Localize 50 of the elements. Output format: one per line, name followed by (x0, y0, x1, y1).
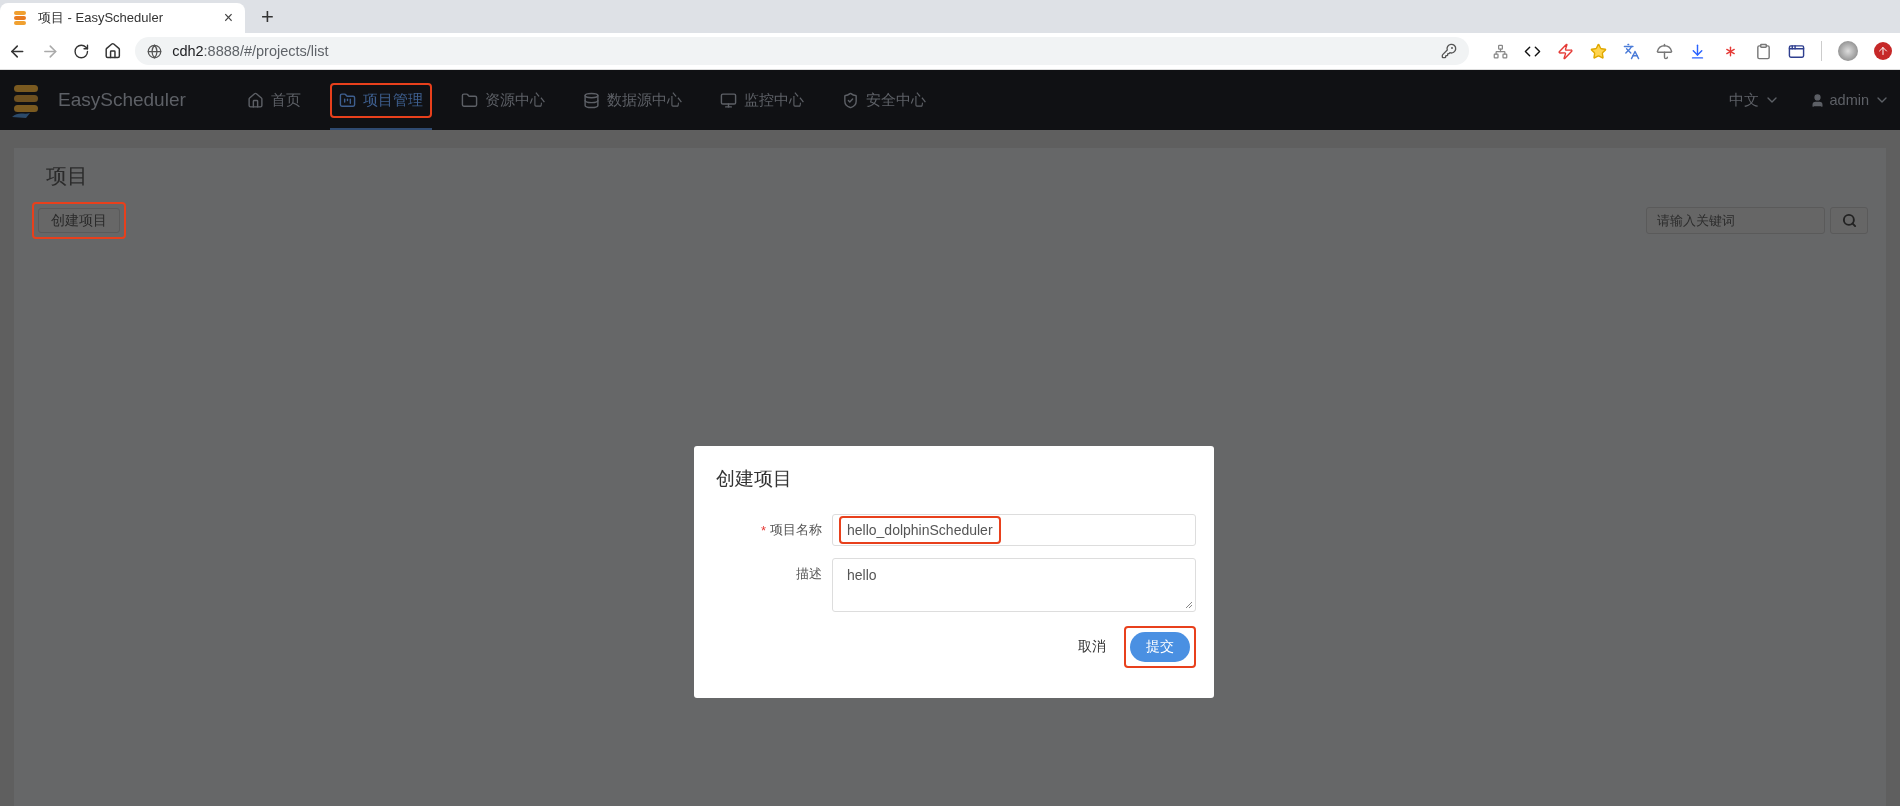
user-menu[interactable]: admin (1809, 92, 1890, 108)
nav-item[interactable]: 监控中心 (711, 82, 813, 118)
browser-tab[interactable]: 项目 - EasyScheduler × (0, 3, 245, 33)
nav-item[interactable]: 资源中心 (452, 82, 554, 118)
folder-icon (461, 91, 478, 109)
star-icon[interactable] (1590, 42, 1607, 60)
nav-item[interactable]: 安全中心 (833, 82, 935, 118)
profile-avatar[interactable] (1838, 41, 1858, 61)
dialog-title: 创建项目 (716, 467, 793, 491)
download-icon[interactable] (1689, 42, 1706, 60)
shield-icon (842, 91, 859, 109)
textarea-field[interactable]: hello (832, 558, 1196, 612)
page-title: 项目 (45, 163, 89, 189)
field-label: 项目名称 (770, 521, 822, 539)
monitor-icon (720, 91, 737, 109)
home-icon (247, 91, 264, 109)
sitemap-icon[interactable] (1493, 43, 1508, 59)
search-button[interactable] (1830, 207, 1868, 234)
address-bar[interactable]: cdh2:8888/#/projects/list (135, 37, 1469, 65)
clipboard-icon[interactable] (1755, 42, 1772, 60)
field-label: 描述 (796, 565, 822, 583)
translate-icon[interactable] (1623, 42, 1640, 60)
new-tab-button[interactable]: + (261, 3, 274, 30)
database-icon (583, 91, 600, 109)
lightning-icon[interactable] (1557, 42, 1574, 60)
home-icon[interactable] (103, 42, 122, 60)
nav-item[interactable]: 首页 (238, 82, 310, 118)
brand-name: EasyScheduler (58, 89, 187, 111)
globe-icon[interactable] (147, 43, 163, 59)
url-path: :8888/#/projects/list (203, 43, 329, 59)
tab-close-button[interactable]: × (223, 9, 233, 27)
url-host: cdh2 (172, 43, 204, 59)
resize-grip-icon[interactable] (1185, 601, 1193, 609)
create-project-button[interactable]: 创建项目 (38, 208, 120, 233)
language-dropdown[interactable]: 中文 (1728, 90, 1780, 110)
nav-item[interactable]: 项目管理 (330, 82, 432, 118)
reload-icon[interactable] (73, 42, 90, 60)
tab-favicon-icon (12, 10, 28, 26)
required-mark: * (760, 522, 766, 538)
window-icon[interactable] (1788, 42, 1805, 60)
folder-icon (339, 91, 356, 109)
tab-title: 项目 - EasyScheduler (38, 9, 164, 27)
submit-button[interactable]: 提交 (1130, 632, 1190, 662)
input-field[interactable]: hello_dolphinScheduler (832, 514, 1196, 546)
cancel-button[interactable]: 取消 (1072, 637, 1112, 657)
search-icon (1841, 213, 1857, 228)
nav-item[interactable]: 数据源中心 (574, 82, 691, 118)
key-icon[interactable] (1441, 43, 1457, 59)
update-icon[interactable] (1874, 42, 1892, 60)
user-icon (1809, 92, 1825, 108)
